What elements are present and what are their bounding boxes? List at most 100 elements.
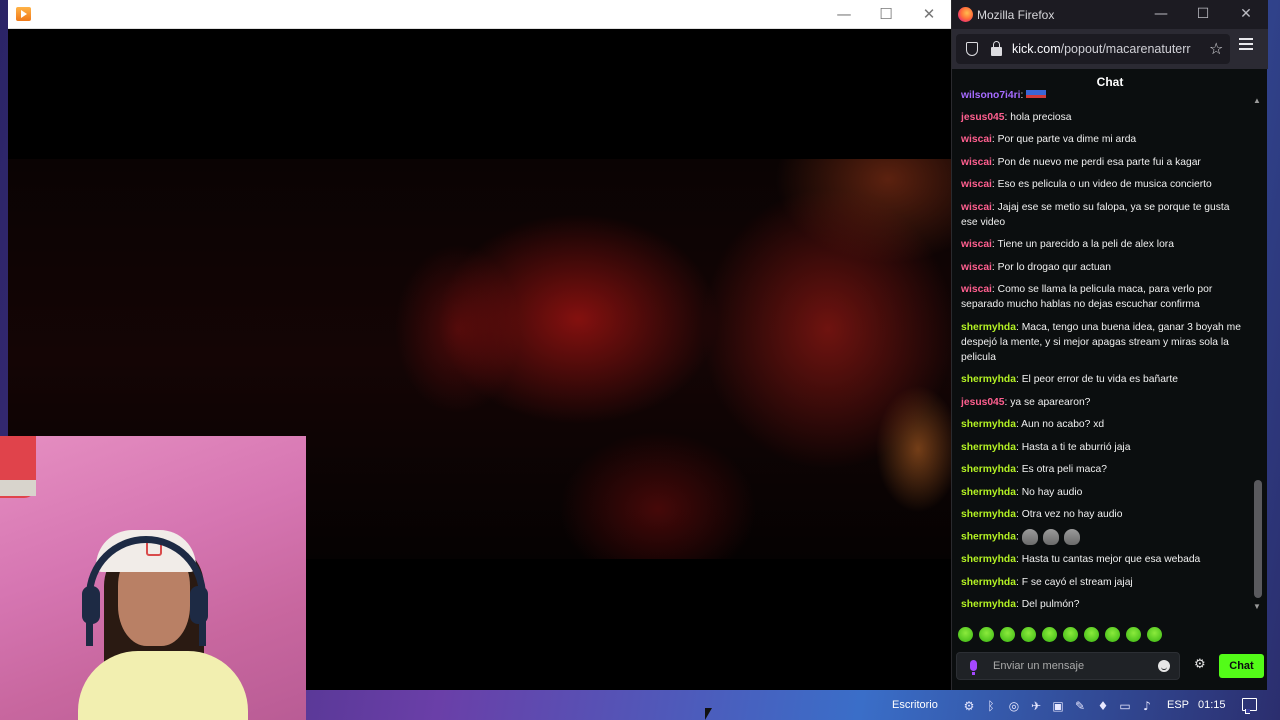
clock-time[interactable]: 01:15 [1198,699,1226,711]
chat-message-text: ya se aparearon? [1010,397,1091,408]
chat-message-text: F se cayó el stream jajaj [1021,577,1133,588]
chat-username[interactable]: wiscai [961,202,992,213]
microphone-tray-icon[interactable]: ♦ [1096,699,1110,713]
headset-right-ear [190,586,208,624]
quick-emote-icon[interactable] [1126,627,1141,642]
chat-message: wiscai: Eso es pelicula o un video de mu… [961,179,1212,190]
chat-message-text: Jajaj ese se metio su falopa, ya se porq… [961,202,1230,228]
chat-username[interactable]: shermyhda [961,554,1016,565]
firefox-window-title: Mozilla Firefox [977,8,1055,22]
chat-username[interactable]: shermyhda [961,577,1016,588]
chat-username[interactable]: wilsono7i4ri [961,90,1021,98]
chat-username[interactable]: shermyhda [961,599,1016,610]
scroll-down-arrow-icon[interactable]: ▼ [1253,602,1261,611]
chat-message: shermyhda: F se cayó el stream jajaj [961,577,1133,588]
tray-app-icon[interactable]: ◎ [1007,699,1021,713]
lock-icon[interactable] [991,41,1002,56]
chat-username[interactable]: shermyhda [961,532,1016,543]
quick-emote-icon[interactable] [1105,627,1120,642]
chat-message-text: Hasta a ti te aburrió jaja [1021,442,1131,453]
player-minimize-button[interactable]: — [822,0,866,29]
chat-message-text: No hay audio [1021,487,1083,498]
network-icon[interactable]: ▭ [1118,699,1132,713]
chat-message-partial: wilsono7i4ri: [961,88,1246,98]
hamburger-menu-icon[interactable] [1239,38,1253,50]
chat-username[interactable]: shermyhda [961,322,1016,333]
webcam-bottle [0,436,36,498]
volume-icon[interactable]: ♪ [1140,699,1154,713]
quick-emote-icon[interactable] [1000,627,1015,642]
chat-message: shermyhda: El peor error de tu vida es b… [961,374,1178,385]
quick-emote-icon[interactable] [1021,627,1036,642]
bluetooth-icon[interactable]: ᛒ [984,699,998,713]
chat-message: shermyhda: No hay audio [961,487,1083,498]
chat-message-text: Como se llama la pelicula maca, para ver… [961,284,1213,310]
chat-username[interactable]: shermyhda [961,419,1016,430]
chat-username[interactable]: shermyhda [961,487,1016,498]
player-titlebar[interactable]: — ☐ ✕ [8,0,951,29]
desktop-toolbar-label[interactable]: Escritorio [892,699,938,711]
url-bar: kick.com/popout/macarenatuterr ☆ [952,29,1268,69]
chat-message-text: Es otra peli maca? [1021,464,1107,475]
address-field[interactable]: kick.com/popout/macarenatuterr ☆ [956,34,1230,64]
notifications-icon[interactable] [1242,698,1257,714]
firefox-maximize-button[interactable]: ☐ [1183,0,1223,29]
quick-emote-icon[interactable] [958,627,973,642]
chat-username[interactable]: shermyhda [961,442,1016,453]
chat-input-placeholder[interactable]: Enviar un mensaje [993,660,1084,672]
chat-username[interactable]: shermyhda [961,374,1016,385]
chat-message: shermyhda: Otra vez no hay audio [961,509,1123,520]
chat-settings-gear-icon[interactable]: ⚙ [1194,657,1206,672]
microphone-icon[interactable] [970,660,977,675]
tray-app-icon[interactable]: ⚙ [962,699,976,713]
scroll-thumb[interactable] [1254,480,1262,598]
tray-app-icon[interactable]: ▣ [1051,699,1065,713]
url-text[interactable]: kick.com/popout/macarenatuterr [1012,42,1204,56]
chat-username[interactable]: jesus045 [961,397,1005,408]
headset-left-ear [82,586,100,624]
quick-emote-icon[interactable] [1042,627,1057,642]
chat-username[interactable]: jesus045 [961,112,1005,123]
scroll-up-arrow-icon[interactable]: ▲ [1253,96,1261,105]
firefox-minimize-button[interactable]: — [1141,0,1181,29]
tray-app-icon[interactable]: ✈ [1029,699,1043,713]
chat-username[interactable]: wiscai [961,179,992,190]
player-close-button[interactable]: ✕ [907,0,951,29]
quick-emote-icon[interactable] [979,627,994,642]
pen-icon[interactable]: ✎ [1073,699,1087,713]
firefox-logo-icon [958,7,973,22]
chat-message-list[interactable]: wilsono7i4ri: jesus045: hola preciosa wi… [952,88,1250,616]
chat-message: wiscai: Tiene un parecido a la peli de a… [961,239,1174,250]
quick-emote-icon[interactable] [1084,627,1099,642]
quick-emote-icon[interactable] [1147,627,1162,642]
input-language[interactable]: ESP [1167,699,1189,711]
chat-username[interactable]: wiscai [961,262,992,273]
tracking-shield-icon[interactable] [966,42,978,56]
firefox-window[interactable]: Mozilla Firefox — ☐ ✕ kick.com/popout/ma… [951,0,1268,690]
chat-message: shermyhda: Maca, tengo una buena idea, g… [961,322,1241,363]
emote-icon [1063,529,1080,545]
chat-username[interactable]: shermyhda [961,509,1016,520]
firefox-titlebar[interactable]: Mozilla Firefox — ☐ ✕ [952,0,1268,29]
chat-username[interactable]: wiscai [961,239,992,250]
chat-message: shermyhda: Hasta a ti te aburrió jaja [961,442,1131,453]
bookmark-star-icon[interactable]: ☆ [1209,39,1223,58]
emote-icon [1021,529,1038,545]
chat-message-text: Otra vez no hay audio [1021,509,1123,520]
chat-message-text: Pon de nuevo me perdi esa parte fui a ka… [997,157,1201,168]
quick-emote-icon[interactable] [1063,627,1078,642]
chat-username[interactable]: wiscai [961,284,992,295]
firefox-close-button[interactable]: ✕ [1226,0,1266,29]
chat-send-button[interactable]: Chat [1219,654,1264,678]
chat-username[interactable]: shermyhda [961,464,1016,475]
chat-username[interactable]: wiscai [961,157,992,168]
chat-message: shermyhda: Del pulmón? [961,599,1080,610]
chat-message-text: hola preciosa [1010,112,1072,123]
player-maximize-button[interactable]: ☐ [864,0,908,29]
chat-scrollbar[interactable]: ▲ ▼ [1251,96,1263,616]
chat-message-text: Tiene un parecido a la peli de alex lora [997,239,1174,250]
chat-message-input[interactable]: Enviar un mensaje [956,652,1180,680]
emoji-picker-icon[interactable] [1158,660,1170,672]
chat-message-text: Del pulmón? [1021,599,1080,610]
chat-username[interactable]: wiscai [961,134,992,145]
